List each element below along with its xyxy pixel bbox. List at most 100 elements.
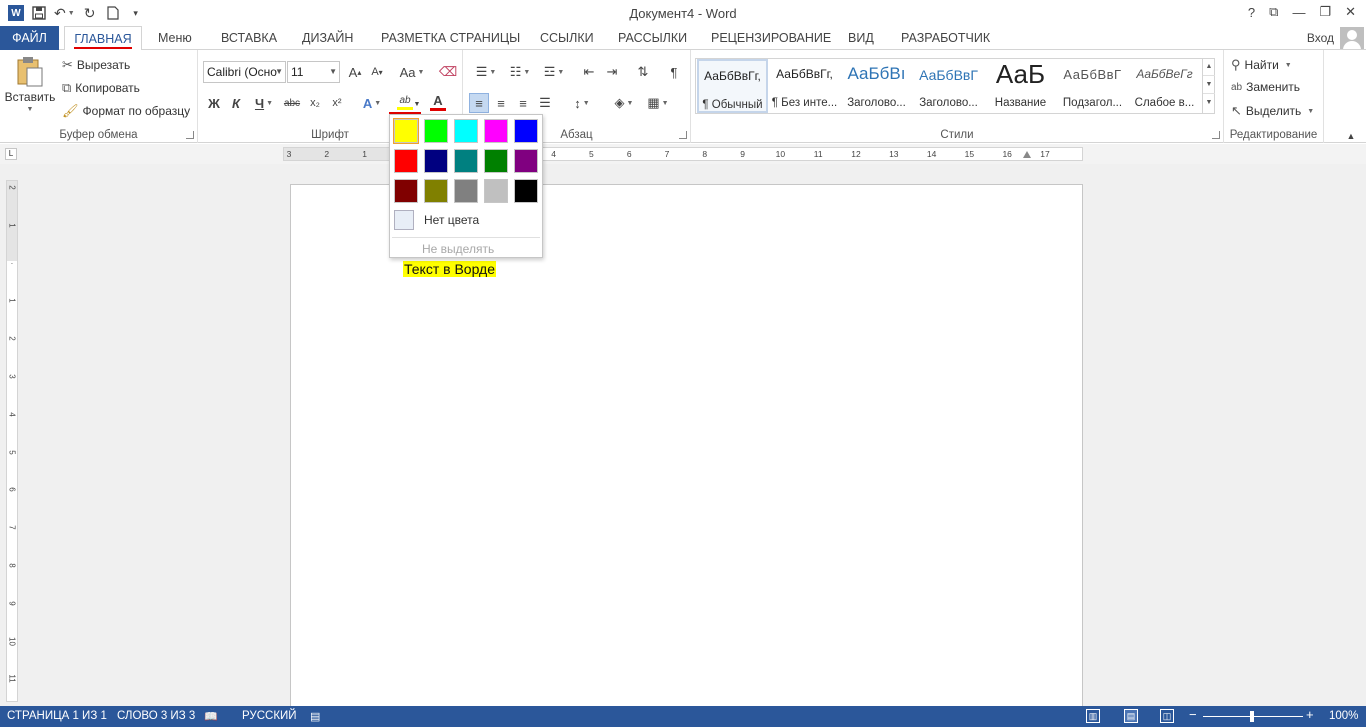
align-center-button[interactable]: ≡	[491, 93, 511, 113]
italic-button[interactable]: К	[228, 93, 244, 113]
strikethrough-button[interactable]: abc	[282, 93, 302, 113]
shrink-font-button[interactable]: A ▾	[368, 62, 386, 82]
highlight-swatch-1[interactable]	[393, 118, 419, 144]
ribbon-display-options-button[interactable]: ⧉	[1269, 4, 1278, 20]
format-painter-button[interactable]: 🖌 Формат по образцу	[62, 103, 190, 119]
web-layout-icon[interactable]: ◫	[1160, 709, 1174, 723]
superscript-button[interactable]: x²	[328, 93, 346, 113]
highlight-swatch-13[interactable]	[454, 179, 478, 203]
grow-font-button[interactable]: A ▴	[346, 62, 364, 82]
highlight-swatch-5[interactable]	[514, 119, 538, 143]
read-mode-icon[interactable]: ▥	[1086, 709, 1100, 723]
decrease-indent-button[interactable]: ⇤	[579, 62, 599, 82]
tab-view[interactable]: ВИД	[848, 26, 874, 50]
word-count[interactable]: СЛОВО 3 ИЗ 3	[117, 710, 195, 722]
highlight-swatch-8[interactable]	[454, 149, 478, 173]
no-color-option[interactable]: Нет цвета	[392, 209, 540, 231]
style-subtle-emphasis[interactable]: АаБбВеГг Слабое в...	[1129, 59, 1200, 113]
style-heading-2[interactable]: АаБбВвГ Заголово...	[913, 59, 984, 113]
avatar[interactable]	[1340, 27, 1364, 49]
paragraph-launcher[interactable]	[679, 131, 687, 139]
collapse-ribbon-icon[interactable]: ▲	[1344, 126, 1358, 146]
styles-scroll-down-icon[interactable]: ▼	[1203, 76, 1215, 94]
subscript-button[interactable]: x₂	[306, 93, 324, 113]
tab-developer[interactable]: РАЗРАБОТЧИК	[901, 26, 990, 50]
zoom-level[interactable]: 100%	[1329, 710, 1358, 722]
line-spacing-button[interactable]: ↕ ▼	[567, 93, 597, 113]
right-indent-marker[interactable]	[1023, 151, 1031, 158]
highlight-swatch-3[interactable]	[454, 119, 478, 143]
find-button[interactable]: ⚲ Найти ▼	[1231, 57, 1292, 73]
highlight-swatch-14[interactable]	[484, 179, 508, 203]
highlight-dropdown-arrow[interactable]: ▼	[413, 94, 421, 114]
font-family-select[interactable]: Calibri (Осно ▼	[203, 61, 286, 83]
tab-file[interactable]: ФАЙЛ	[0, 26, 59, 50]
sign-in-link[interactable]: Вход	[1307, 26, 1334, 50]
style-heading-1[interactable]: АаБбВı Заголово...	[841, 59, 912, 113]
highlight-swatch-6[interactable]	[394, 149, 418, 173]
increase-indent-button[interactable]: ⇥	[602, 62, 622, 82]
document-text[interactable]: Текст в Ворде	[403, 261, 497, 277]
change-case-button[interactable]: Aa ▼	[397, 62, 427, 82]
paste-button[interactable]: Вставить ▼	[5, 56, 55, 113]
zoom-slider-thumb[interactable]	[1250, 711, 1254, 722]
shading-button[interactable]: ◈ ▼	[609, 93, 639, 113]
clipboard-launcher[interactable]	[186, 131, 194, 139]
tab-insert[interactable]: ВСТАВКА	[221, 26, 277, 50]
highlight-swatch-11[interactable]	[394, 179, 418, 203]
styles-more-icon[interactable]: ▼	[1203, 94, 1215, 112]
font-size-select[interactable]: 11 ▼	[287, 61, 340, 83]
tab-selector[interactable]: L	[5, 148, 17, 160]
style-subtitle[interactable]: АаБбВвГ Подзагол...	[1057, 59, 1128, 113]
zoom-out-button[interactable]: −	[1189, 707, 1197, 722]
minimize-button[interactable]: —	[1292, 5, 1305, 20]
tab-mailings[interactable]: РАССЫЛКИ	[618, 26, 687, 50]
highlight-swatch-12[interactable]	[424, 179, 448, 203]
tab-page-layout[interactable]: РАЗМЕТКА СТРАНИЦЫ	[381, 26, 520, 50]
vertical-ruler[interactable]: 2 1 · 1 2 3 4 5 6 7 8 9 10 11	[6, 180, 18, 702]
show-marks-button[interactable]: ¶	[664, 62, 684, 82]
tab-design[interactable]: ДИЗАЙН	[302, 26, 353, 50]
highlight-swatch-4[interactable]	[484, 119, 508, 143]
underline-button[interactable]: Ч ▼	[250, 93, 278, 113]
numbering-button[interactable]: ☷ ▼	[505, 62, 535, 82]
text-effects-button[interactable]: A ▼	[359, 93, 385, 113]
tab-home[interactable]: ГЛАВНАЯ	[64, 26, 142, 51]
highlight-swatch-9[interactable]	[484, 149, 508, 173]
cut-button[interactable]: ✂ Вырезать	[62, 57, 130, 73]
style-no-spacing[interactable]: АаБбВвГг, ¶ Без инте...	[769, 59, 840, 113]
proofing-icon[interactable]: 📖	[204, 710, 218, 723]
style-title[interactable]: АаБ Название	[985, 59, 1056, 113]
copy-button[interactable]: ⧉ Копировать	[62, 80, 140, 96]
clear-formatting-icon[interactable]: ⌫	[439, 62, 457, 82]
borders-button[interactable]: ▦ ▼	[643, 93, 673, 113]
document-page[interactable]: Текст в Ворде	[290, 184, 1083, 714]
restore-button[interactable]: ❐	[1319, 4, 1331, 20]
print-layout-icon[interactable]: ▤	[1124, 709, 1138, 723]
bold-button[interactable]: Ж	[206, 93, 222, 113]
highlight-swatch-2[interactable]	[424, 119, 448, 143]
close-button[interactable]: ✕	[1345, 4, 1356, 20]
tab-review[interactable]: РЕЦЕНЗИРОВАНИЕ	[711, 26, 831, 50]
tab-menu[interactable]: Меню	[158, 26, 192, 50]
page-count[interactable]: СТРАНИЦА 1 ИЗ 1	[7, 710, 107, 722]
tab-references[interactable]: ССЫЛКИ	[540, 26, 594, 50]
justify-button[interactable]: ☰	[535, 93, 555, 113]
styles-scroll-up-icon[interactable]: ▲	[1203, 58, 1215, 76]
highlight-swatch-15[interactable]	[514, 179, 538, 203]
styles-launcher[interactable]	[1212, 131, 1220, 139]
sort-button[interactable]: ⇅	[633, 62, 653, 82]
select-button[interactable]: ↖ Выделить ▼	[1231, 103, 1314, 119]
font-color-button[interactable]: A	[424, 92, 452, 112]
style-normal[interactable]: АаБбВвГг, ¶ Обычный	[697, 59, 768, 113]
multilevel-list-button[interactable]: ☲ ▼	[539, 62, 569, 82]
help-button[interactable]: ?	[1248, 5, 1255, 20]
zoom-in-button[interactable]: +	[1306, 707, 1314, 722]
language[interactable]: РУССКИЙ	[242, 710, 297, 722]
bullets-button[interactable]: ☰ ▼	[471, 62, 501, 82]
highlight-swatch-7[interactable]	[424, 149, 448, 173]
align-right-button[interactable]: ≡	[513, 93, 533, 113]
replace-button[interactable]: ab Заменить	[1231, 80, 1300, 94]
highlight-swatch-10[interactable]	[514, 149, 538, 173]
align-left-button[interactable]: ≡	[469, 93, 489, 113]
